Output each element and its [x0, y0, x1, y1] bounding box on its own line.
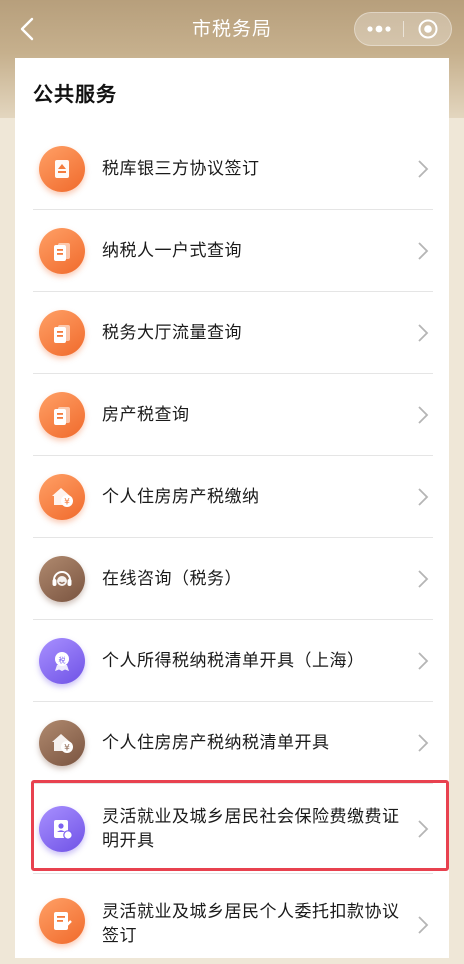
house-yen-icon: ¥: [39, 474, 85, 520]
service-item-label: 个人住房房产税纳税清单开具: [102, 733, 330, 753]
chevron-right-icon: [418, 734, 429, 752]
service-item-online-consult[interactable]: 在线咨询（税务）: [15, 538, 449, 620]
svg-text:¥: ¥: [64, 498, 70, 508]
house-yen-icon: ¥: [39, 720, 85, 766]
chevron-right-icon: [418, 242, 429, 260]
public-services-card: 公共服务 税库银三方协议签订 纳税人一户式查询 税务大厅流量查询 房产税查询 ¥…: [15, 58, 449, 958]
service-item-label: 税务大厅流量查询: [102, 323, 242, 343]
service-item-label: 个人所得税纳税清单开具（上海）: [102, 651, 365, 671]
service-item-housing-tax-list[interactable]: ¥ 个人住房房产税纳税清单开具: [15, 702, 449, 784]
mini-program-capsule: [354, 12, 452, 46]
service-item-social-insurance-certificate[interactable]: 灵活就业及城乡居民社会保险费缴费证明开具: [15, 784, 449, 874]
service-item-iit-list-shanghai[interactable]: 税 个人所得税纳税清单开具（上海）: [15, 620, 449, 702]
document-stack-icon: [39, 310, 85, 356]
chevron-right-icon: [418, 324, 429, 342]
service-item-tax-bank-agreement[interactable]: 税库银三方协议签订: [15, 128, 449, 210]
service-item-label: 房产税查询: [102, 405, 190, 425]
certificate-icon: [39, 806, 85, 852]
chevron-right-icon: [418, 160, 429, 178]
svg-text:税: 税: [59, 656, 66, 665]
back-button[interactable]: [12, 14, 42, 44]
service-item-label: 灵活就业及城乡居民个人委托扣款协议签订: [102, 902, 400, 946]
service-item-withholding-agreement[interactable]: 灵活就业及城乡居民个人委托扣款协议签订: [15, 874, 449, 964]
navigation-bar: 市税务局: [0, 0, 464, 58]
chevron-right-icon: [418, 488, 429, 506]
service-item-label: 纳税人一户式查询: [102, 241, 242, 261]
service-item-label: 税库银三方协议签订: [102, 159, 260, 179]
document-stack-icon: [39, 228, 85, 274]
service-item-hall-traffic[interactable]: 税务大厅流量查询: [15, 292, 449, 374]
document-icon: [39, 392, 85, 438]
service-item-property-tax-query[interactable]: 房产税查询: [15, 374, 449, 456]
chevron-right-icon: [418, 406, 429, 424]
more-button[interactable]: [355, 13, 403, 45]
document-upload-icon: [39, 146, 85, 192]
service-item-housing-tax-payment[interactable]: ¥ 个人住房房产税缴纳: [15, 456, 449, 538]
headset-icon: [39, 556, 85, 602]
service-item-label: 个人住房房产税缴纳: [102, 487, 260, 507]
chevron-right-icon: [418, 652, 429, 670]
chevron-left-icon: [20, 17, 34, 41]
section-title: 公共服务: [33, 82, 117, 106]
target-circle-icon: [418, 19, 438, 39]
service-item-label: 在线咨询（税务）: [102, 569, 242, 589]
service-item-label: 灵活就业及城乡居民社会保险费缴费证明开具: [102, 807, 400, 851]
service-item-taxpayer-query[interactable]: 纳税人一户式查询: [15, 210, 449, 292]
close-button[interactable]: [404, 13, 452, 45]
svg-text:¥: ¥: [64, 744, 70, 754]
signature-document-icon: [39, 898, 85, 944]
chevron-right-icon: [418, 916, 429, 934]
chevron-right-icon: [418, 820, 429, 838]
tax-badge-icon: 税: [39, 638, 85, 684]
more-dots-icon: [367, 25, 391, 33]
chevron-right-icon: [418, 570, 429, 588]
